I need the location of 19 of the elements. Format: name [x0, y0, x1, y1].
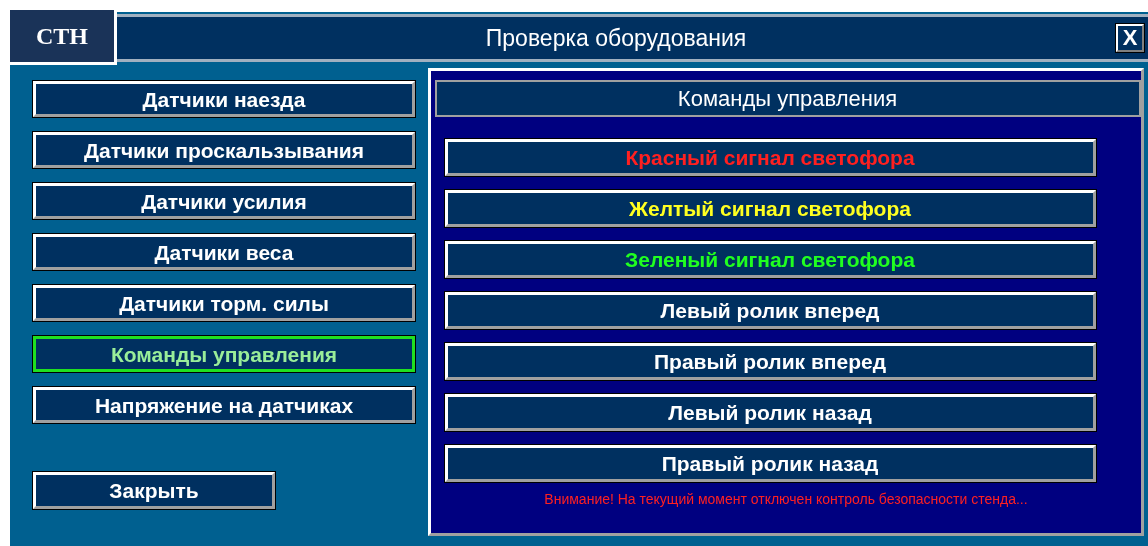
command-button[interactable]: Левый ролик назад: [444, 394, 1096, 431]
sidebar-item[interactable]: Датчики усилия: [33, 183, 415, 219]
close-button[interactable]: X: [1116, 24, 1144, 52]
sidebar-item[interactable]: Напряжение на датчиках: [33, 387, 415, 423]
sidebar-item[interactable]: Датчики проскальзывания: [33, 132, 415, 168]
panel-header: Команды управления: [434, 80, 1141, 117]
logo-badge: СТН: [10, 10, 117, 65]
command-button[interactable]: Правый ролик вперед: [444, 343, 1096, 380]
sidebar-item[interactable]: Датчики торм. силы: [33, 285, 415, 321]
command-button[interactable]: Левый ролик вперед: [444, 292, 1096, 329]
close-dialog-button[interactable]: Закрыть: [33, 472, 275, 509]
sidebar-item[interactable]: Датчики наезда: [33, 81, 415, 117]
warning-text: Внимание! На текущий момент отключен контроль безопасности стенда...: [544, 490, 1028, 509]
command-button[interactable]: Желтый сигнал светофора: [444, 190, 1096, 227]
window-title: Проверка оборудования: [484, 23, 748, 53]
sidebar-item[interactable]: Команды управления: [33, 336, 415, 372]
command-button[interactable]: Правый ролик назад: [444, 445, 1096, 482]
command-button[interactable]: Зеленый сигнал светофора: [444, 241, 1096, 278]
sidebar-item[interactable]: Датчики веса: [33, 234, 415, 270]
